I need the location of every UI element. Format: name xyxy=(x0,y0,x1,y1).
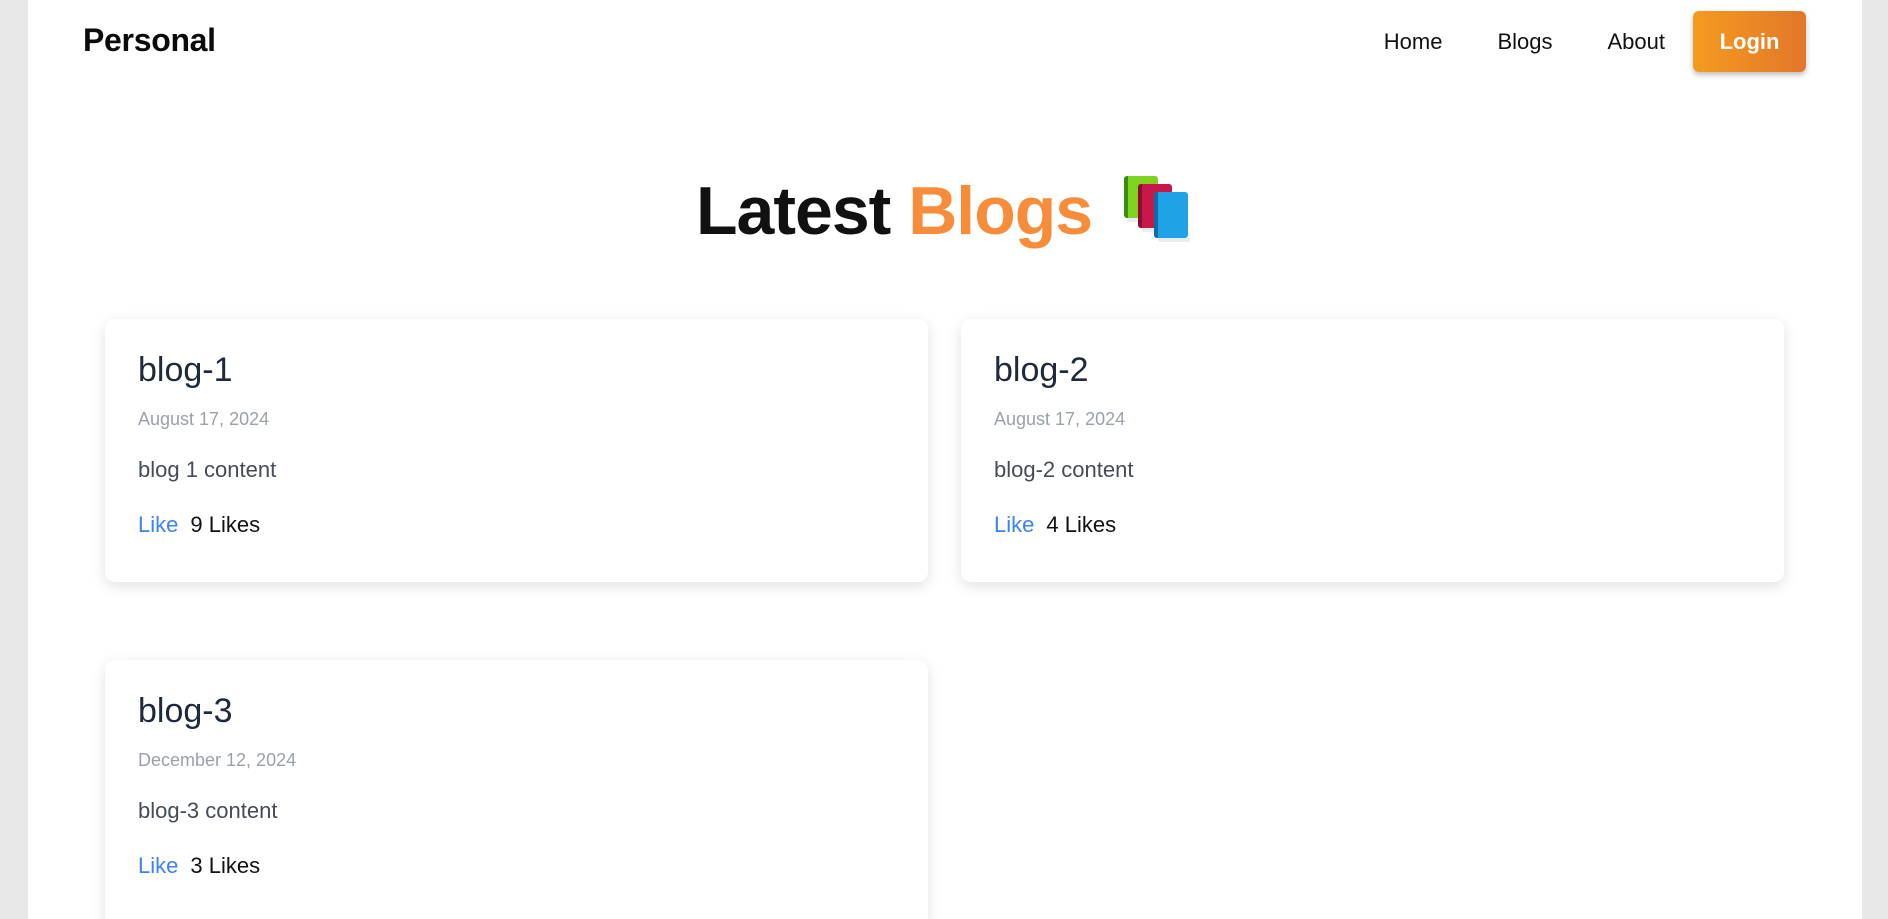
navbar: Personal Home Blogs About Login xyxy=(28,0,1862,86)
blog-date: December 12, 2024 xyxy=(138,750,297,770)
blog-title[interactable]: blog-3 xyxy=(138,692,233,731)
like-button[interactable]: Like xyxy=(994,512,1034,538)
brand-logo[interactable]: Personal xyxy=(83,22,216,59)
like-button[interactable]: Like xyxy=(138,512,178,538)
blog-card-3[interactable]: blog-3 December 12, 2024 blog-3 content … xyxy=(105,660,928,919)
blog-card-2[interactable]: blog-2 August 17, 2024 blog-2 content Li… xyxy=(961,319,1784,582)
blog-card-1[interactable]: blog-1 August 17, 2024 blog 1 content Li… xyxy=(105,319,928,582)
blog-content: blog 1 content xyxy=(138,457,277,482)
nav-links: Home Blogs About Login xyxy=(1384,11,1806,72)
like-count: 4 Likes xyxy=(1046,512,1117,537)
nav-link-home[interactable]: Home xyxy=(1384,29,1443,55)
page-container: Personal Home Blogs About Login Latest B… xyxy=(28,0,1862,919)
blog-title[interactable]: blog-1 xyxy=(138,351,233,390)
like-row: Like 3 Likes xyxy=(138,853,260,879)
nav-link-about[interactable]: About xyxy=(1608,29,1666,55)
nav-link-blogs[interactable]: Blogs xyxy=(1497,29,1552,55)
page-title-word-latest: Latest xyxy=(696,173,891,249)
books-icon xyxy=(1124,176,1194,242)
like-count: 9 Likes xyxy=(190,512,261,537)
page-title: Latest Blogs xyxy=(28,172,1862,250)
like-button[interactable]: Like xyxy=(138,853,178,879)
blog-date: August 17, 2024 xyxy=(138,409,270,429)
blog-title[interactable]: blog-2 xyxy=(994,351,1089,390)
blue-book-icon xyxy=(1154,192,1190,242)
blog-date: August 17, 2024 xyxy=(994,409,1126,429)
like-row: Like 4 Likes xyxy=(994,512,1116,538)
blog-content: blog-3 content xyxy=(138,798,278,823)
page-title-word-blogs: Blogs xyxy=(908,173,1093,249)
like-count: 3 Likes xyxy=(190,853,261,878)
like-row: Like 9 Likes xyxy=(138,512,260,538)
blog-content: blog-2 content xyxy=(994,457,1134,482)
login-button[interactable]: Login xyxy=(1693,11,1806,72)
